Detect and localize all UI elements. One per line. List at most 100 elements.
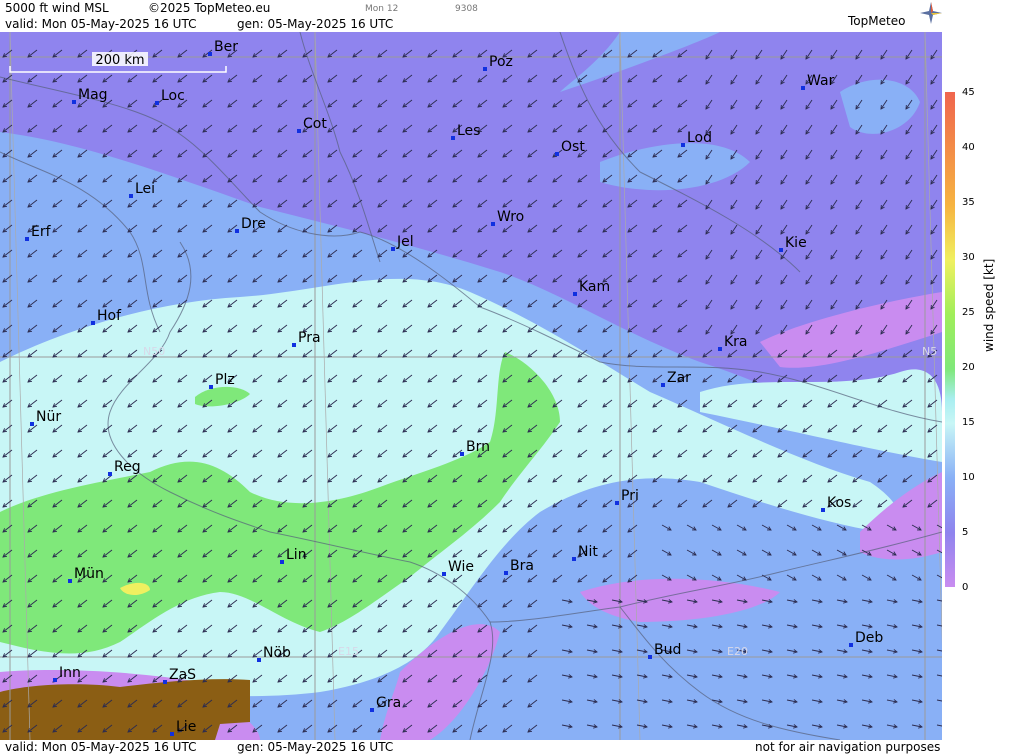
city-dot <box>491 222 495 226</box>
city-label: Nöb <box>263 645 291 661</box>
city-dot <box>779 248 783 252</box>
legend-tick: 30 <box>962 252 975 263</box>
city-label: Mag <box>78 87 108 103</box>
city-deb[interactable]: Deb <box>849 630 883 647</box>
copyright: ©2025 TopMeteo.eu <box>148 1 271 15</box>
city-label: Erf <box>31 224 52 240</box>
city-label: Deb <box>855 630 883 646</box>
city-dot <box>391 247 395 251</box>
city-label: Loc <box>161 88 185 104</box>
legend-tick: 45 <box>962 87 975 98</box>
city-dot <box>257 658 261 662</box>
city-dot <box>235 229 239 233</box>
run-small: Mon 12 <box>365 4 399 14</box>
field-terrain-brown <box>0 679 250 740</box>
city-label: Bud <box>654 642 681 658</box>
city-kam[interactable]: Kam <box>573 279 610 296</box>
city-dot <box>30 422 34 426</box>
city-dot <box>718 347 722 351</box>
city-dot <box>72 100 76 104</box>
city-label: Ber <box>214 39 238 55</box>
legend-tick: 10 <box>962 472 975 483</box>
city-dot <box>68 579 72 583</box>
grid-label-e20: E20 <box>727 645 748 658</box>
city-label: Wie <box>448 559 474 575</box>
code-small: 9308 <box>455 4 478 14</box>
city-nöb[interactable]: Nöb <box>257 645 291 662</box>
city-dot <box>208 52 212 56</box>
city-label: Lie <box>176 719 196 735</box>
city-label: Gra <box>376 695 401 711</box>
city-dot <box>801 86 805 90</box>
city-dot <box>297 129 301 133</box>
city-dot <box>280 560 284 564</box>
legend-tick: 0 <box>962 582 969 593</box>
grid-label-n5: N5 <box>922 345 937 358</box>
footer-gen: gen: 05-May-2025 16 UTC <box>237 740 394 754</box>
city-dot <box>849 643 853 647</box>
city-label: Inn <box>59 665 81 681</box>
city-dot <box>170 732 174 736</box>
legend-tick: 15 <box>962 417 975 428</box>
city-dot <box>504 571 508 575</box>
city-label: Dre <box>241 216 266 232</box>
city-label: Les <box>457 123 480 139</box>
city-dot <box>661 383 665 387</box>
city-label: Nit <box>578 544 598 560</box>
city-label: Reg <box>114 459 141 475</box>
valid-time: valid: Mon 05-May-2025 16 UTC <box>5 17 197 31</box>
city-label: Lod <box>687 130 712 146</box>
city-dot <box>648 655 652 659</box>
compass-star-icon <box>920 2 942 24</box>
city-label: Lin <box>286 547 307 563</box>
colorbar <box>945 92 955 587</box>
disclaimer: not for air navigation purposes <box>755 740 941 754</box>
city-dot <box>25 237 29 241</box>
footer-valid: valid: Mon 05-May-2025 16 UTC <box>5 740 197 754</box>
grid-label-e15: E15 <box>338 645 359 658</box>
city-label: Cot <box>303 116 327 132</box>
city-mag[interactable]: Mag <box>72 87 108 104</box>
city-label: Plz <box>215 372 235 388</box>
legend-tick: 35 <box>962 197 975 208</box>
city-dot <box>370 708 374 712</box>
city-dot <box>155 101 159 105</box>
city-label: Kos <box>827 495 851 511</box>
city-dot <box>163 680 167 684</box>
brand-logo-text[interactable]: TopMeteo <box>848 14 905 28</box>
legend-unit-label: wind speed [kt] <box>982 258 996 352</box>
city-dot <box>292 343 296 347</box>
city-dot <box>442 572 446 576</box>
city-label: Bra <box>510 558 534 574</box>
city-label: Jel <box>396 234 414 250</box>
city-dot <box>451 136 455 140</box>
city-dot <box>460 452 464 456</box>
city-label: Mün <box>74 566 104 582</box>
city-dot <box>209 385 213 389</box>
city-label: Pra <box>298 330 321 346</box>
city-dot <box>572 557 576 561</box>
city-dot <box>483 67 487 71</box>
city-label: Hof <box>97 308 122 324</box>
city-label: Kam <box>579 279 610 295</box>
city-label: Poz <box>489 54 513 70</box>
legend-tick: 20 <box>962 362 975 373</box>
city-label: Kra <box>724 334 748 350</box>
city-label: ZaS <box>169 667 196 683</box>
city-dot <box>615 501 619 505</box>
city-dot <box>53 678 57 682</box>
legend-tick: 25 <box>962 307 975 318</box>
city-dot <box>681 143 685 147</box>
city-label: Zar <box>667 370 691 386</box>
grid-label-n50: N50 <box>143 345 165 358</box>
city-war[interactable]: War <box>801 73 835 90</box>
wind-map[interactable]: N50 N5 E15 E20 Ber Poz Mag Loc War Cot Les Lod Ost L… <box>0 32 942 740</box>
city-dot <box>573 292 577 296</box>
city-dot <box>555 152 559 156</box>
city-label: Pri <box>621 488 639 504</box>
product-title: 5000 ft wind MSL <box>5 1 109 15</box>
legend-tick: 40 <box>962 142 975 153</box>
wind-map-canvas: N50 N5 E15 E20 Ber Poz Mag Loc War Cot Les Lod Ost L… <box>0 32 942 740</box>
city-label: Nür <box>36 409 61 425</box>
city-mün[interactable]: Mün <box>68 566 104 583</box>
